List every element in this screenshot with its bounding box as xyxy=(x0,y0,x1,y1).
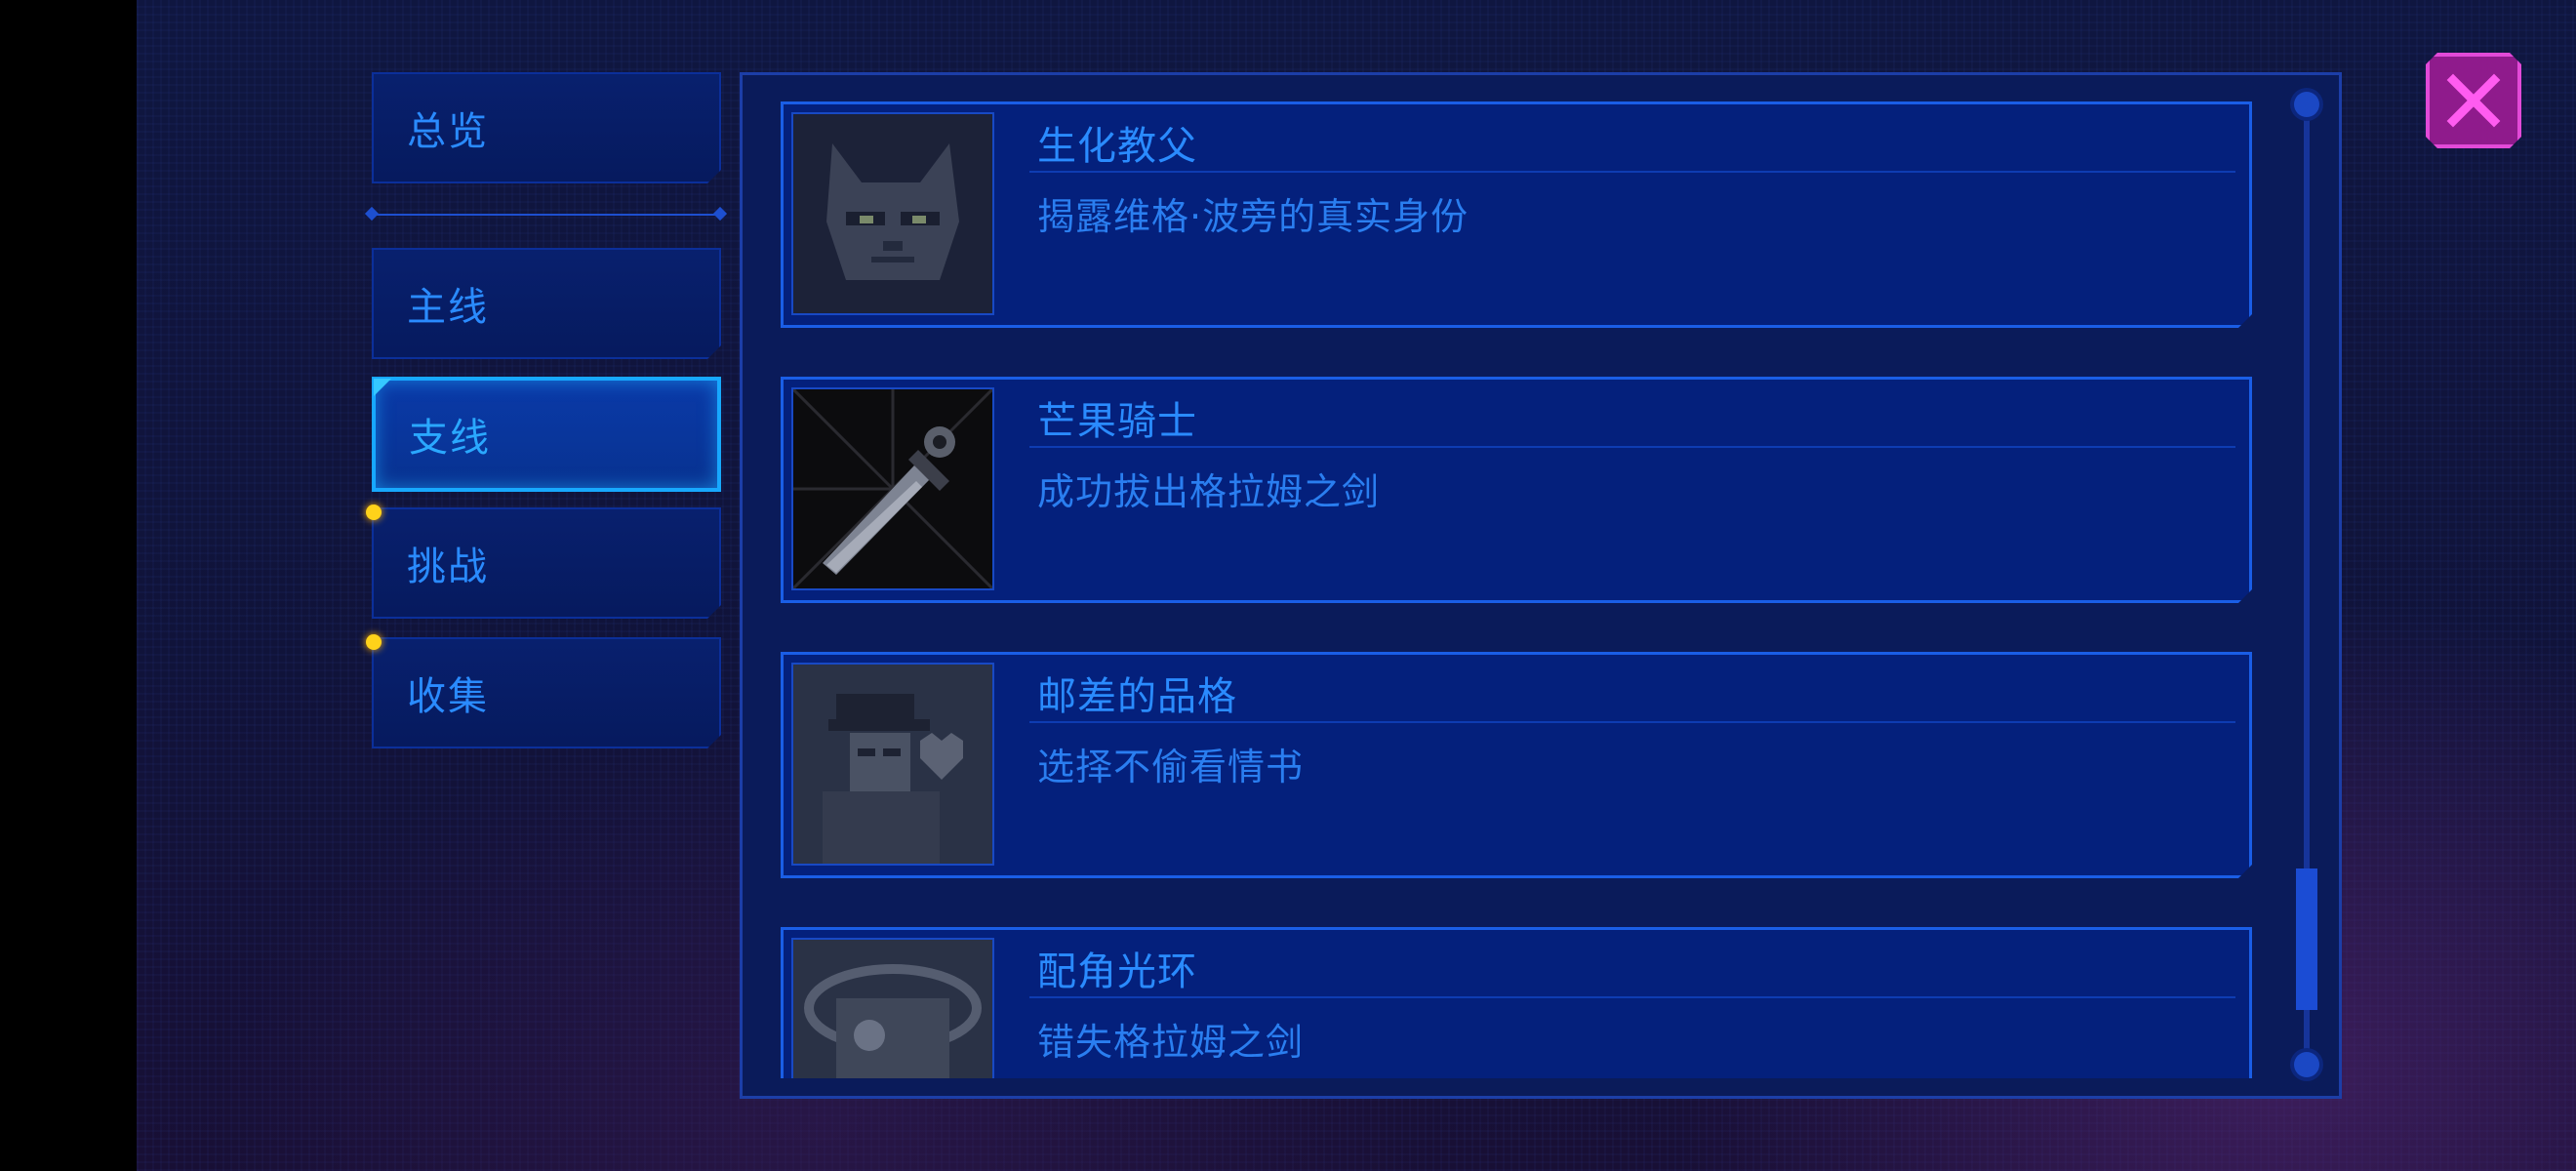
scroll-down-cap xyxy=(2294,1052,2319,1077)
scrollbar-thumb[interactable] xyxy=(2296,868,2317,1010)
tab-overview-label: 总览 xyxy=(407,109,489,154)
tab-overview[interactable]: 总览 xyxy=(372,72,721,183)
close-button[interactable] xyxy=(2426,53,2521,148)
tab-side-quests-label: 支线 xyxy=(409,416,491,461)
halo-character-icon xyxy=(791,938,994,1078)
tab-main-story[interactable]: 主线 xyxy=(372,248,721,359)
achievements-screen: 总览 主线 支线 挑战 收集 生化教父 揭露维格·波旁的真实身份 芒果骑士 成功… xyxy=(0,0,2576,1171)
tab-challenge[interactable]: 挑战 xyxy=(372,507,721,619)
achievement-title: 芒果骑士 xyxy=(1037,399,1197,444)
cat-portrait-icon xyxy=(791,112,994,315)
collection-notification-dot xyxy=(366,634,382,650)
achievement-card[interactable]: 配角光环 错失格拉姆之剑 xyxy=(781,927,2252,1078)
achievement-card[interactable]: 生化教父 揭露维格·波旁的真实身份 xyxy=(781,101,2252,328)
title-separator xyxy=(1029,171,2235,173)
achievement-card[interactable]: 芒果骑士 成功拔出格拉姆之剑 xyxy=(781,377,2252,603)
achievement-title: 生化教父 xyxy=(1037,124,1197,169)
tab-challenge-label: 挑战 xyxy=(407,545,489,589)
achievement-description: 错失格拉姆之剑 xyxy=(1037,1021,1305,1064)
tab-side-quests[interactable]: 支线 xyxy=(372,377,721,492)
postman-heart-icon xyxy=(791,663,994,866)
achievement-description: 选择不偷看情书 xyxy=(1037,746,1305,788)
title-separator xyxy=(1029,721,2235,723)
title-separator xyxy=(1029,996,2235,998)
achievement-list-viewport[interactable]: 生化教父 揭露维格·波旁的真实身份 芒果骑士 成功拔出格拉姆之剑 邮差的品格 选… xyxy=(757,88,2297,1078)
tab-main-story-label: 主线 xyxy=(407,285,489,330)
title-separator xyxy=(1029,446,2235,448)
tab-divider xyxy=(369,214,722,216)
sword-icon xyxy=(791,387,994,590)
achievement-card[interactable]: 邮差的品格 选择不偷看情书 xyxy=(781,652,2252,878)
scroll-up-cap xyxy=(2294,92,2319,117)
achievement-description: 成功拔出格拉姆之剑 xyxy=(1037,470,1381,513)
tab-collection-label: 收集 xyxy=(407,674,489,719)
challenge-notification-dot xyxy=(366,505,382,520)
achievement-description: 揭露维格·波旁的真实身份 xyxy=(1037,195,1469,238)
tab-collection[interactable]: 收集 xyxy=(372,637,721,748)
achievement-title: 配角光环 xyxy=(1037,949,1197,994)
achievement-title: 邮差的品格 xyxy=(1037,674,1237,719)
close-icon xyxy=(2443,70,2504,131)
